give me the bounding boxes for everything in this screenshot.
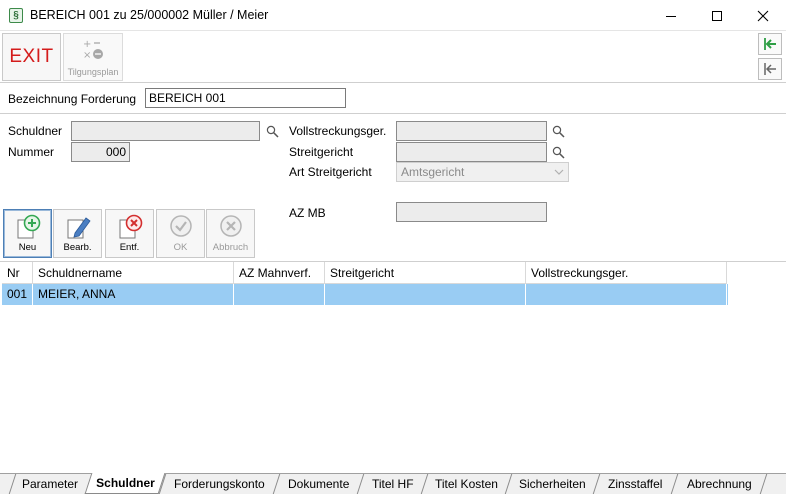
close-icon (757, 10, 769, 21)
abbruch-label: Abbruch (212, 242, 249, 253)
table-row[interactable]: 001 MEIER, ANNA (2, 284, 728, 305)
table-header: Nr Schuldnername AZ Mahnverf. Streitgeri… (2, 262, 728, 284)
streitgericht-input[interactable] (396, 142, 547, 162)
tab-abrechnung[interactable]: Abrechnung (670, 474, 768, 494)
tab-titel-kosten[interactable]: Titel Kosten (420, 474, 512, 494)
exit-left-button[interactable] (758, 58, 782, 80)
vollstreckungsger-input[interactable] (396, 121, 547, 141)
app-icon: § (9, 8, 23, 23)
tab-sicherheiten-label: Sicherheiten (519, 477, 586, 491)
bearb-label: Bearb. (63, 242, 92, 253)
tab-zinsstaffel-label: Zinsstaffel (608, 477, 663, 491)
tab-schuldner[interactable]: Schuldner (84, 473, 166, 494)
streitgericht-label: Streitgericht (289, 145, 354, 159)
column-header-az-mahnverf[interactable]: AZ Mahnverf. (234, 262, 325, 284)
tab-sicherheiten[interactable]: Sicherheiten (504, 474, 600, 494)
search-icon (552, 125, 565, 138)
exit-button[interactable]: EXIT (2, 33, 61, 81)
entf-label: Entf. (119, 242, 140, 253)
calculator-icon: + × (83, 39, 103, 61)
divider (0, 113, 786, 114)
tab-parameter[interactable]: Parameter (8, 474, 92, 494)
minimize-icon (666, 15, 676, 17)
close-button[interactable] (740, 0, 786, 31)
schuldner-table: Nr Schuldnername AZ Mahnverf. Streitgeri… (2, 262, 728, 305)
column-header-schuldnername[interactable]: Schuldnername (33, 262, 234, 284)
art-streitgericht-label: Art Streitgericht (289, 165, 372, 179)
title-bar: § BEREICH 001 zu 25/000002 Müller / Meie… (0, 0, 786, 31)
schuldner-label: Schuldner (8, 124, 63, 138)
cell-schuldnername: MEIER, ANNA (33, 284, 234, 305)
tab-forderungskonto[interactable]: Forderungskonto (158, 474, 280, 494)
neu-button[interactable]: Neu (3, 209, 52, 258)
az-mb-input[interactable] (396, 202, 547, 222)
search-icon (266, 125, 279, 138)
az-mb-label: AZ MB (289, 206, 326, 220)
tab-parameter-label: Parameter (22, 477, 79, 491)
tab-titel-kosten-label: Titel Kosten (435, 477, 498, 491)
edit-icon (67, 217, 91, 239)
tab-schuldner-label: Schuldner (95, 476, 155, 490)
nummer-label: Nummer (8, 145, 55, 159)
tab-titel-hf-label: Titel HF (371, 477, 414, 491)
cell-az-mahnverf (234, 284, 325, 305)
ok-button[interactable]: OK (156, 209, 205, 258)
maximize-icon (712, 10, 722, 21)
search-icon (552, 146, 565, 159)
abbruch-button[interactable]: Abbruch (206, 209, 255, 258)
add-icon (17, 214, 41, 239)
maximize-button[interactable] (694, 0, 740, 31)
nummer-input[interactable]: 000 (71, 142, 130, 162)
toolbar: EXIT + × Tilgungsplan (0, 31, 786, 83)
svg-text:×: × (83, 50, 91, 61)
tab-abrechnung-label: Abrechnung (686, 477, 752, 491)
tab-dokumente[interactable]: Dokumente (272, 474, 364, 494)
entf-button[interactable]: Entf. (105, 209, 154, 258)
column-header-nr[interactable]: Nr (2, 262, 33, 284)
schuldner-search-button[interactable] (263, 122, 281, 140)
bearb-button[interactable]: Bearb. (53, 209, 102, 258)
cell-streitgericht (325, 284, 526, 305)
check-icon (170, 215, 192, 237)
cell-vollstreckungsger (526, 284, 727, 305)
schuldner-input[interactable] (71, 121, 260, 141)
tab-titel-hf[interactable]: Titel HF (356, 474, 428, 494)
arrow-left-gray-icon (764, 63, 776, 75)
window-title: BEREICH 001 zu 25/000002 Müller / Meier (30, 8, 269, 22)
neu-label: Neu (18, 242, 37, 253)
art-streitgericht-select[interactable]: Amtsgericht (396, 162, 569, 182)
ok-label: OK (173, 242, 188, 253)
minimize-button[interactable] (648, 0, 694, 31)
vollstreckungsger-search-button[interactable] (549, 122, 567, 140)
art-streitgericht-value: Amtsgericht (401, 165, 465, 179)
column-header-streitgericht[interactable]: Streitgericht (325, 262, 526, 284)
tilgungsplan-button[interactable]: + × Tilgungsplan (63, 33, 123, 81)
cancel-icon (220, 215, 242, 237)
cell-nr: 001 (2, 284, 33, 305)
tilgungsplan-label: Tilgungsplan (67, 67, 119, 77)
streitgericht-search-button[interactable] (549, 143, 567, 161)
tab-zinsstaffel[interactable]: Zinsstaffel (592, 474, 678, 494)
chevron-down-icon (554, 169, 564, 175)
delete-icon (119, 214, 143, 239)
column-header-vollstreckungsger[interactable]: Vollstreckungsger. (526, 262, 727, 284)
enter-button[interactable] (758, 33, 782, 55)
arrow-left-green-icon (764, 38, 776, 50)
bottom-tab-bar: Parameter Schuldner Forderungskonto Doku… (0, 473, 786, 494)
bezeichnung-input[interactable]: BEREICH 001 (145, 88, 346, 108)
tab-forderungskonto-label: Forderungskonto (174, 477, 265, 491)
bezeichnung-label: Bezeichnung Forderung (8, 92, 137, 106)
tab-dokumente-label: Dokumente (287, 477, 350, 491)
svg-text:+: + (83, 39, 91, 50)
vollstreckungsger-label: Vollstreckungsger. (289, 124, 387, 138)
